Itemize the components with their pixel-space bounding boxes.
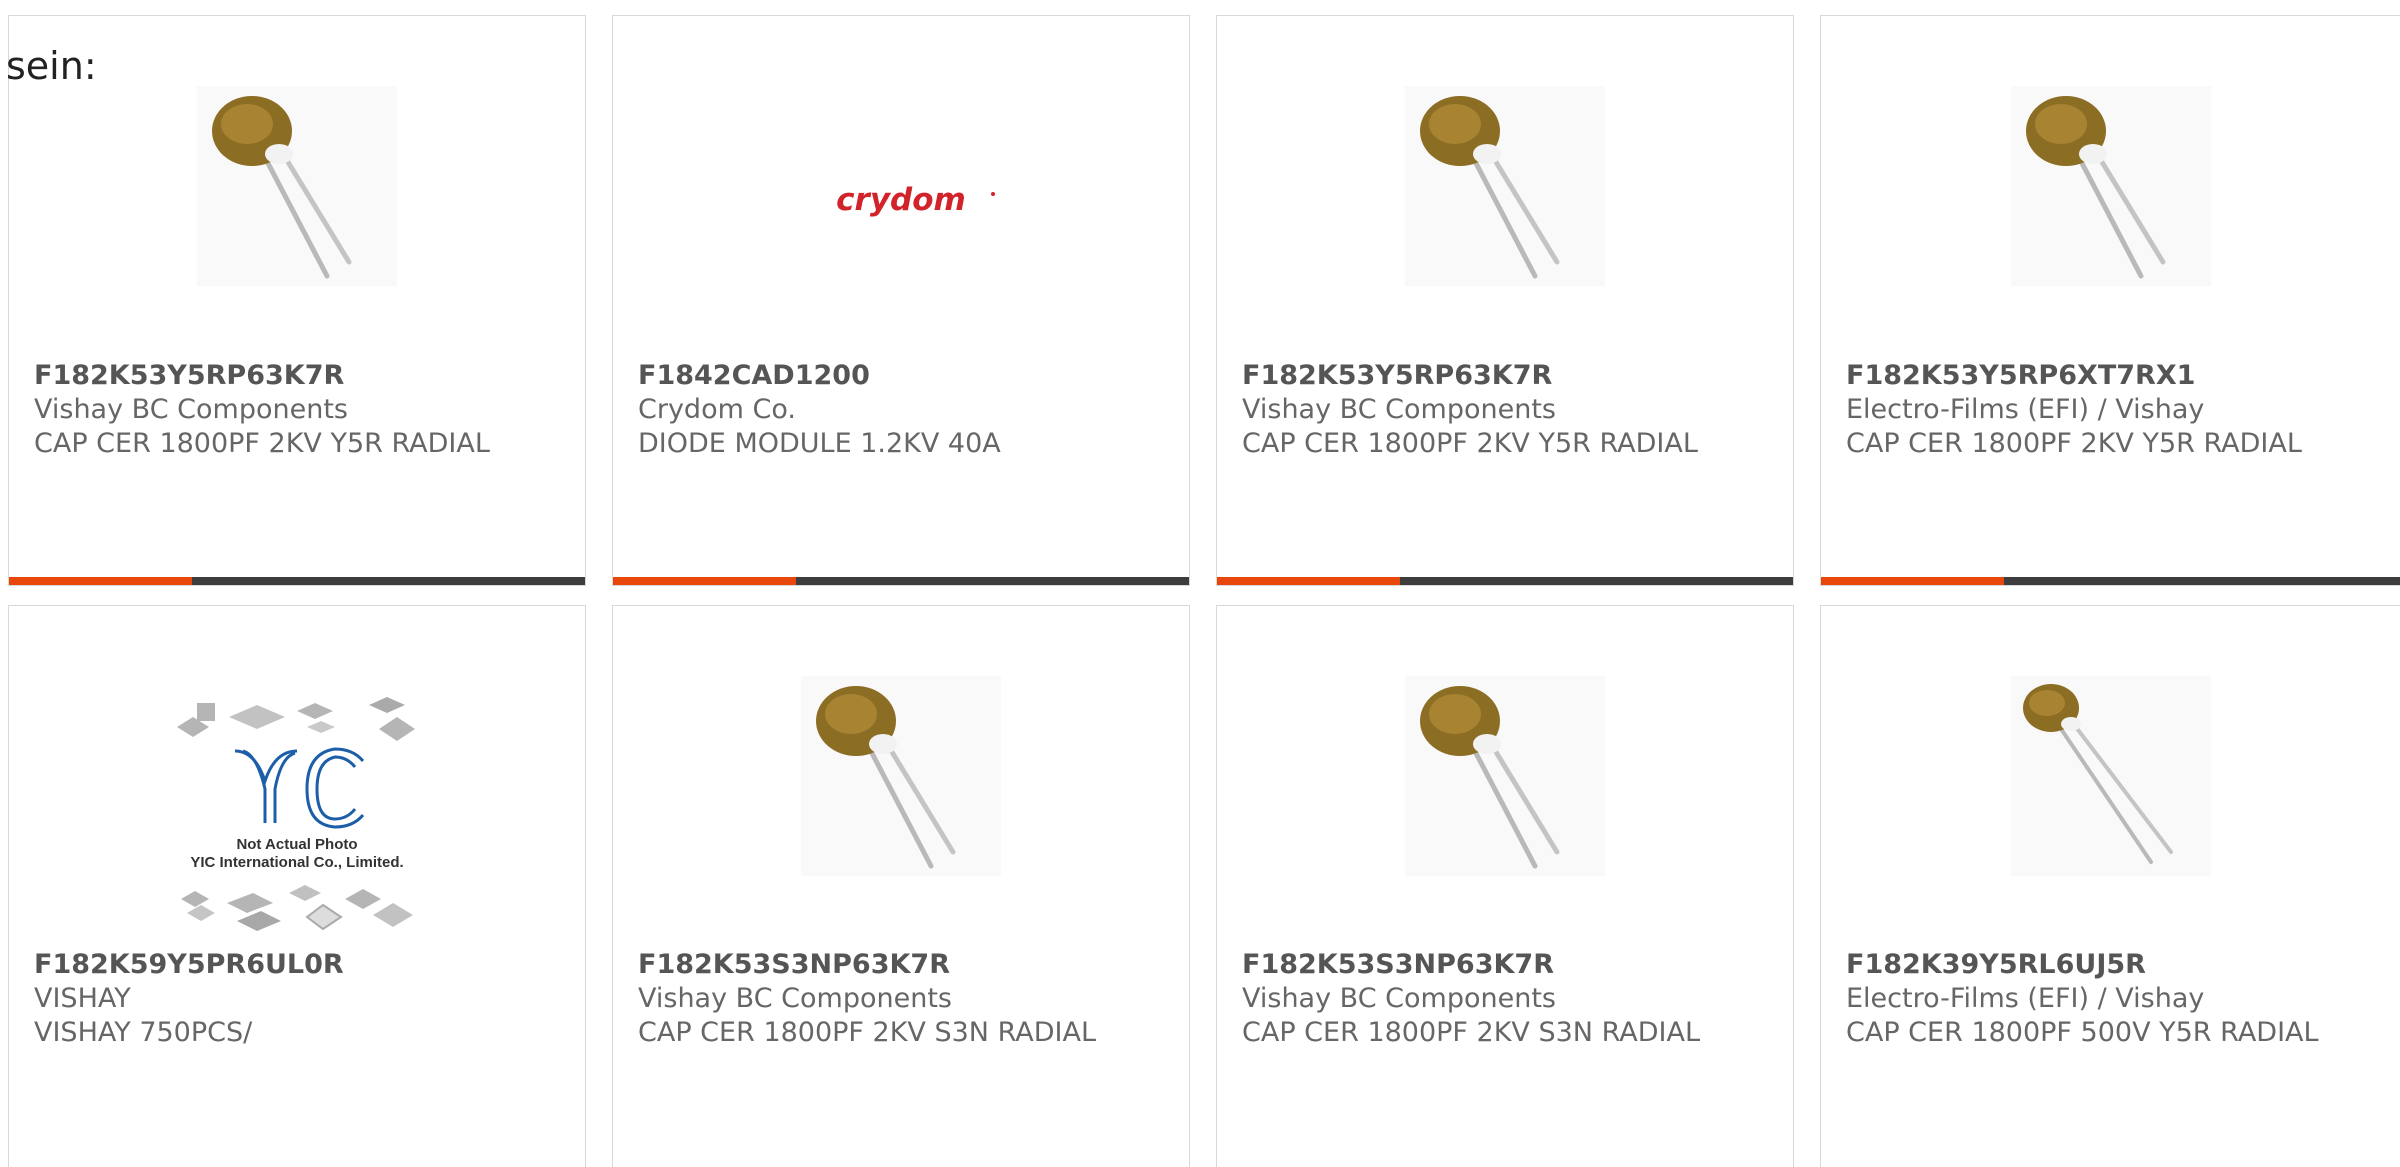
- ceramic-capacitor-icon[interactable]: [197, 86, 397, 286]
- part-number[interactable]: F1842CAD1200: [638, 359, 1169, 393]
- part-number[interactable]: F182K53S3NP63K7R: [1242, 948, 1773, 982]
- part-number[interactable]: F182K59Y5PR6UL0R: [34, 948, 565, 982]
- card-bar-accent: [1217, 577, 1400, 585]
- card-bar-accent: [613, 577, 796, 585]
- product-card[interactable]: F182K53S3NP63K7R Vishay BC Components CA…: [1216, 605, 1794, 1167]
- manufacturer: Vishay BC Components: [34, 394, 348, 425]
- product-info: F182K53Y5RP63K7R Vishay BC Components CA…: [34, 359, 565, 461]
- part-number[interactable]: F182K39Y5RL6UJ5R: [1846, 948, 2381, 982]
- intro-text: sein:: [6, 44, 97, 88]
- product-card[interactable]: crydom F1842CAD1200 Crydom Co. DIODE MOD…: [612, 15, 1190, 586]
- manufacturer: Electro-Films (EFI) / Vishay: [1846, 394, 2205, 425]
- product-card[interactable]: Not Actual Photo YIC International Co., …: [8, 605, 586, 1167]
- manufacturer: Vishay BC Components: [1242, 394, 1556, 425]
- manufacturer: Crydom Co.: [638, 394, 796, 425]
- product-info: F182K53S3NP63K7R Vishay BC Components CA…: [638, 948, 1169, 1050]
- not-actual-photo-placeholder[interactable]: Not Actual Photo YIC International Co., …: [157, 689, 437, 939]
- part-number[interactable]: F182K53S3NP63K7R: [638, 948, 1169, 982]
- product-info: F1842CAD1200 Crydom Co. DIODE MODULE 1.2…: [638, 359, 1169, 461]
- placeholder-line-2: YIC International Co., Limited.: [190, 854, 403, 871]
- description: DIODE MODULE 1.2KV 40A: [638, 428, 1001, 459]
- manufacturer: Electro-Films (EFI) / Vishay: [1846, 983, 2205, 1014]
- product-card[interactable]: F182K53Y5RP6XT7RX1 Electro-Films (EFI) /…: [1820, 15, 2400, 586]
- ceramic-capacitor-icon[interactable]: [801, 676, 1001, 876]
- placeholder-line-1: Not Actual Photo: [236, 836, 357, 853]
- product-grid-page: sein: F182K53Y5RP63K7R Vishay BC Compone…: [0, 0, 2400, 1167]
- ceramic-capacitor-icon[interactable]: [1405, 86, 1605, 286]
- ceramic-capacitor-icon[interactable]: [2011, 86, 2211, 286]
- card-bar-accent: [9, 577, 192, 585]
- product-info: F182K59Y5PR6UL0R VISHAY VISHAY 750PCS/: [34, 948, 565, 1050]
- part-number[interactable]: F182K53Y5RP63K7R: [34, 359, 565, 393]
- card-bottom-bar: [1217, 577, 1793, 585]
- manufacturer: Vishay BC Components: [638, 983, 952, 1014]
- description: CAP CER 1800PF 2KV Y5R RADIAL: [34, 428, 490, 459]
- product-info: F182K53Y5RP6XT7RX1 Electro-Films (EFI) /…: [1846, 359, 2381, 461]
- product-card[interactable]: F182K53Y5RP63K7R Vishay BC Components CA…: [8, 15, 586, 586]
- product-card[interactable]: F182K39Y5RL6UJ5R Electro-Films (EFI) / V…: [1820, 605, 2400, 1167]
- product-info: F182K53Y5RP63K7R Vishay BC Components CA…: [1242, 359, 1773, 461]
- crydom-logo-text: crydom: [836, 182, 966, 218]
- description: CAP CER 1800PF 2KV Y5R RADIAL: [1846, 428, 2302, 459]
- card-bottom-bar: [613, 577, 1189, 585]
- card-bottom-bar: [1821, 577, 2400, 585]
- product-info: F182K39Y5RL6UJ5R Electro-Films (EFI) / V…: [1846, 948, 2381, 1050]
- description: CAP CER 1800PF 500V Y5R RADIAL: [1846, 1017, 2319, 1048]
- product-card[interactable]: F182K53S3NP63K7R Vishay BC Components CA…: [612, 605, 1190, 1167]
- card-bar-accent: [1821, 577, 2004, 585]
- crydom-logo[interactable]: crydom: [801, 116, 1001, 316]
- ceramic-capacitor-small-icon[interactable]: [2011, 676, 2211, 876]
- part-number[interactable]: F182K53Y5RP63K7R: [1242, 359, 1773, 393]
- part-number[interactable]: F182K53Y5RP6XT7RX1: [1846, 359, 2381, 393]
- card-bottom-bar: [9, 577, 585, 585]
- description: VISHAY 750PCS/: [34, 1017, 253, 1048]
- description: CAP CER 1800PF 2KV S3N RADIAL: [638, 1017, 1096, 1048]
- description: CAP CER 1800PF 2KV S3N RADIAL: [1242, 1017, 1700, 1048]
- description: CAP CER 1800PF 2KV Y5R RADIAL: [1242, 428, 1698, 459]
- product-info: F182K53S3NP63K7R Vishay BC Components CA…: [1242, 948, 1773, 1050]
- product-card[interactable]: F182K53Y5RP63K7R Vishay BC Components CA…: [1216, 15, 1794, 586]
- manufacturer: VISHAY: [34, 983, 131, 1014]
- ceramic-capacitor-icon[interactable]: [1405, 676, 1605, 876]
- manufacturer: Vishay BC Components: [1242, 983, 1556, 1014]
